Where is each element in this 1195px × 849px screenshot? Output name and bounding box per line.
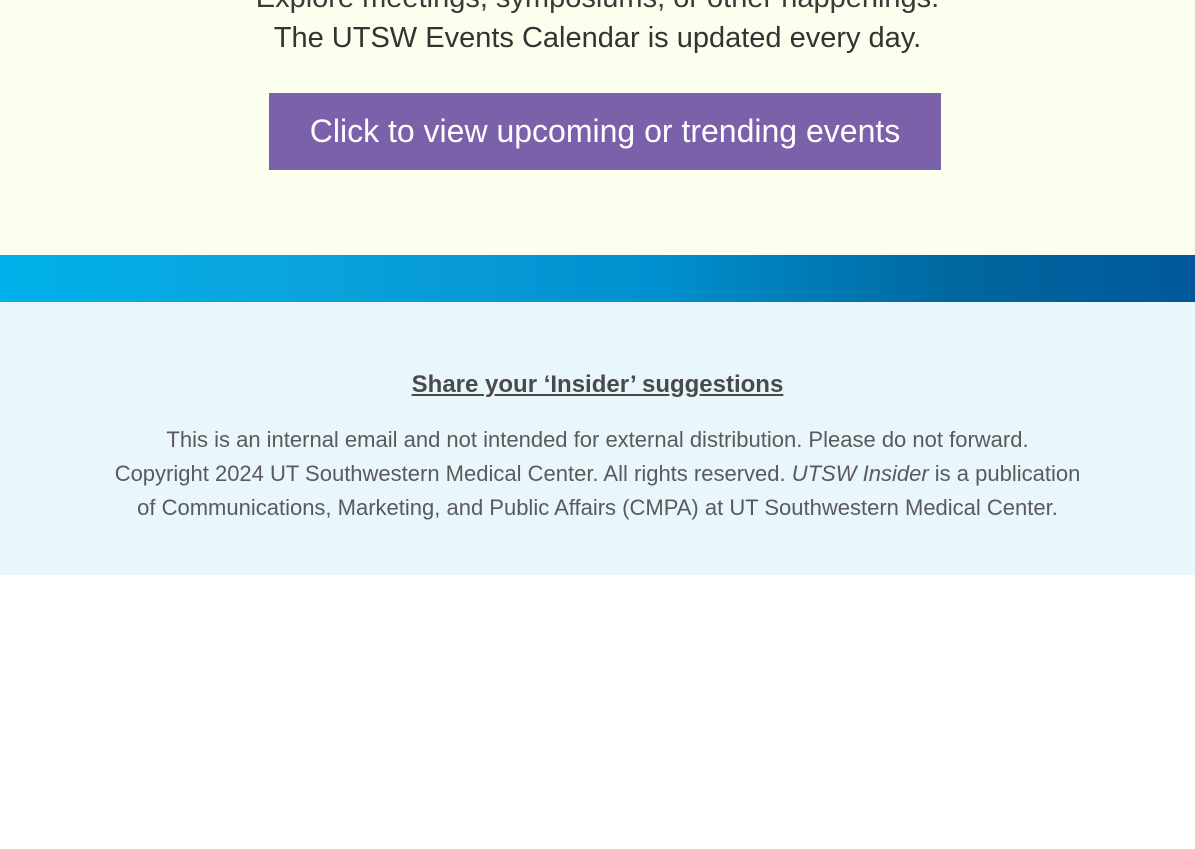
gradient-divider xyxy=(0,255,1195,302)
footer: Share your ‘Insider’ suggestions This is… xyxy=(0,302,1195,575)
blank-area xyxy=(0,575,1195,849)
view-events-button[interactable]: Click to view upcoming or trending event… xyxy=(269,93,941,170)
footer-publisher: of Communications, Marketing, and Public… xyxy=(137,495,1058,520)
footer-disclaimer: This is an internal email and not intend… xyxy=(18,423,1178,525)
footer-publication-suffix: is a publication xyxy=(928,461,1081,486)
share-suggestions-link[interactable]: Share your ‘Insider’ suggestions xyxy=(412,369,784,401)
events-intro-text: Explore meetings, symposiums, or other h… xyxy=(0,0,1195,16)
publication-name: UTSW Insider xyxy=(791,461,929,486)
events-calendar-text: The UTSW Events Calendar is updated ever… xyxy=(273,22,922,54)
events-section: Explore meetings, symposiums, or other h… xyxy=(0,0,1195,255)
footer-internal-notice: This is an internal email and not intend… xyxy=(166,427,1029,452)
footer-copyright: Copyright 2024 UT Southwestern Medical C… xyxy=(114,461,792,486)
